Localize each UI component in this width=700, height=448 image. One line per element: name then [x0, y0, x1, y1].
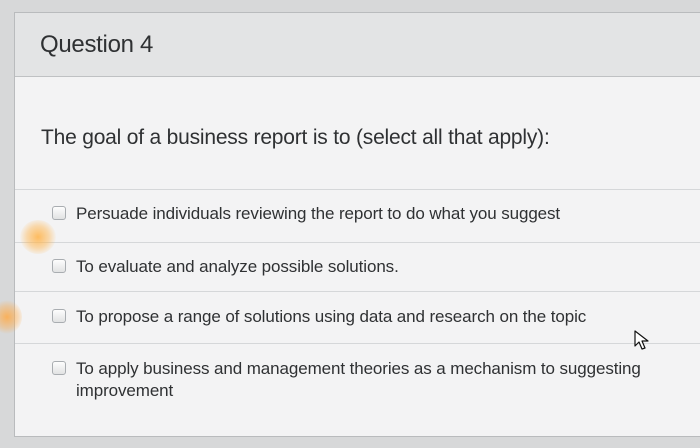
mouse-cursor-icon [634, 330, 649, 350]
camera-glare [20, 220, 56, 254]
question-card: Question 4 The goal of a business report… [14, 12, 700, 437]
answer-option-label: To propose a range of solutions using da… [76, 307, 587, 326]
answer-option[interactable]: To apply business and management theorie… [15, 343, 700, 408]
question-header: Question 4 [15, 13, 700, 77]
answer-option[interactable]: To propose a range of solutions using da… [15, 291, 700, 343]
answer-option-label: To evaluate and analyze possible solutio… [76, 257, 399, 276]
checkbox-icon[interactable] [52, 259, 66, 273]
answer-option-label: To apply business and management theorie… [76, 359, 641, 400]
answer-option-label: Persuade individuals reviewing the repor… [76, 204, 561, 223]
checkbox-icon[interactable] [52, 206, 66, 220]
answer-options: Persuade individuals reviewing the repor… [15, 189, 700, 408]
checkbox-icon[interactable] [52, 309, 66, 323]
answer-option[interactable]: Persuade individuals reviewing the repor… [15, 189, 700, 242]
question-title: Question 4 [40, 31, 154, 58]
question-prompt: The goal of a business report is to (sel… [41, 126, 550, 149]
checkbox-icon[interactable] [52, 361, 66, 375]
answer-option[interactable]: To evaluate and analyze possible solutio… [15, 242, 700, 291]
